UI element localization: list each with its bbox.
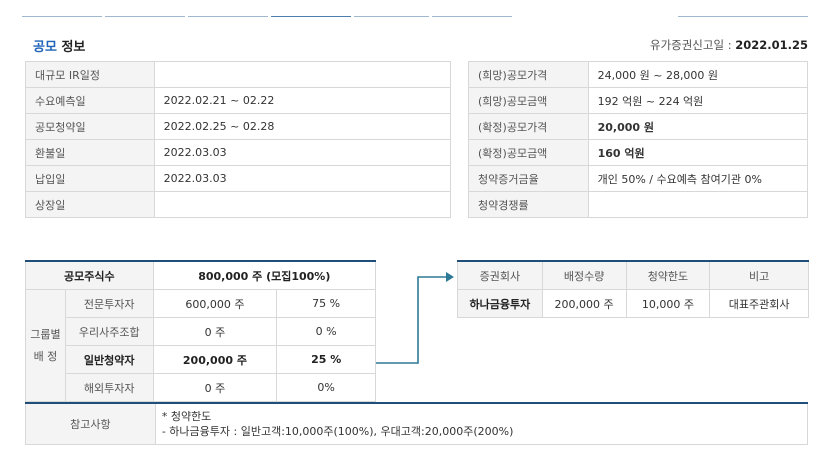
table-row: 증권회사 배정수량 청약한도 비고 [457, 260, 809, 290]
pricing-value: 192 억원 ~ 224 억원 [587, 87, 809, 114]
investor-type-label: 일반청약자 [64, 345, 154, 374]
notes-table: 참고사항 * 청약한도 - 하나금융투자 : 일반고객:10,000주(100%… [25, 402, 809, 445]
broker-name: 하나금융투자 [457, 289, 543, 318]
table-row: (확정)공모금액 160 억원 [468, 139, 809, 166]
broker-header-quantity: 배정수량 [541, 260, 627, 290]
table-row: (확정)공모가격 20,000 원 [468, 113, 809, 140]
shares-header-label: 공모주식수 [25, 260, 154, 290]
tab-strip-line [105, 16, 185, 17]
schedule-value [153, 61, 452, 88]
group-label-line1: 그룹별 [30, 327, 61, 341]
schedule-label: 수요예측일 [25, 87, 155, 114]
pricing-value: 개인 50% / 수요예측 참여기관 0% [587, 165, 809, 192]
broker-table: 증권회사 배정수량 청약한도 비고 하나금융투자 200,000 주 10,00… [457, 260, 809, 318]
table-row: 대규모 IR일정 [25, 61, 452, 88]
share-allocation-table: 공모주식수 800,000 주 (모집100%) 그룹별 배 정 전문투자자 6… [25, 260, 377, 402]
schedule-value: 2022.03.03 [153, 165, 452, 192]
schedule-table: 대규모 IR일정 수요예측일 2022.02.21 ~ 02.22 공모청약일 20… [25, 61, 452, 218]
schedule-value: 2022.02.21 ~ 02.22 [153, 87, 452, 114]
investor-percent: 25 % [276, 345, 376, 374]
broker-header-note: 비고 [709, 260, 809, 290]
group-label-line2: 배 정 [33, 349, 58, 363]
broker-quantity: 200,000 주 [541, 289, 627, 318]
pricing-value: 24,000 원 ~ 28,000 원 [587, 61, 809, 88]
schedule-label: 공모청약일 [25, 113, 155, 140]
tab-strip-line [188, 16, 268, 17]
broker-header-company: 증권회사 [457, 260, 543, 290]
tab-strip-line [354, 16, 429, 17]
investor-type-label: 전문투자자 [64, 289, 154, 318]
section-title-accent: 공모 [33, 40, 57, 55]
pricing-label: (희망)공모가격 [468, 61, 589, 88]
schedule-value: 2022.03.03 [153, 139, 452, 166]
table-row: 청약증거금율 개인 50% / 수요예측 참여기관 0% [468, 165, 809, 192]
investor-percent: 75 % [276, 289, 376, 318]
schedule-label: 상장일 [25, 191, 155, 218]
tab-strip-line [271, 16, 351, 17]
schedule-label: 납입일 [25, 165, 155, 192]
table-row: 청약경쟁률 [468, 191, 809, 218]
shares-header-value: 800,000 주 (모집100%) [152, 260, 377, 290]
schedule-label: 대규모 IR일정 [25, 61, 155, 88]
pricing-label: 청약경쟁률 [468, 191, 589, 218]
investor-percent: 0 % [276, 317, 376, 346]
table-row: (희망)공모가격 24,000 원 ~ 28,000 원 [468, 61, 809, 88]
table-row: 수요예측일 2022.02.21 ~ 02.22 [25, 87, 452, 114]
broker-note: 대표주관회사 [709, 289, 809, 318]
table-row: 납입일 2022.03.03 [25, 165, 452, 192]
table-row: 상장일 [25, 191, 452, 218]
filing-date: 유가증권신고일 : 2022.01.25 [650, 37, 808, 53]
table-row: 우리사주조합 0 주 0 % [26, 317, 376, 346]
investor-type-label: 해외투자자 [64, 373, 154, 402]
schedule-value: 2022.02.25 ~ 02.28 [153, 113, 452, 140]
pricing-label: 청약증거금율 [468, 165, 589, 192]
pricing-value: 160 억원 [587, 139, 809, 166]
broker-header-limit: 청약한도 [625, 260, 711, 290]
notes-label: 참고사항 [25, 402, 156, 445]
table-row: 공모주식수 800,000 주 (모집100%) [25, 260, 377, 290]
notes-line: - 하나금융투자 : 일반고객:10,000주(100%), 우대고객:20,0… [161, 425, 514, 438]
broker-limit: 10,000 주 [625, 289, 711, 318]
pricing-label: (희망)공모금액 [468, 87, 589, 114]
schedule-label: 환불일 [25, 139, 155, 166]
investor-type-label: 우리사주조합 [64, 317, 154, 346]
table-row: (희망)공모금액 192 억원 ~ 224 억원 [468, 87, 809, 114]
tab-strip-line [678, 16, 808, 17]
group-allocation-label: 그룹별 배 정 [25, 289, 66, 402]
investor-shares: 600,000 주 [152, 289, 278, 318]
filing-date-value: 2022.01.25 [735, 38, 808, 52]
schedule-value [153, 191, 452, 218]
notes-line: * 청약한도 [161, 410, 212, 423]
notes-content: * 청약한도 - 하나금융투자 : 일반고객:10,000주(100%), 우대… [154, 402, 809, 445]
pricing-table: (희망)공모가격 24,000 원 ~ 28,000 원 (희망)공모금액 192 … [468, 61, 809, 218]
table-row: 일반청약자 200,000 주 25 % [26, 345, 376, 374]
table-row: 참고사항 * 청약한도 - 하나금융투자 : 일반고객:10,000주(100%… [25, 402, 809, 445]
filing-date-label: 유가증권신고일 : [649, 38, 736, 52]
investor-shares: 0 주 [152, 317, 278, 346]
pricing-label: (확정)공모금액 [468, 139, 589, 166]
investor-shares: 0 주 [152, 373, 278, 402]
connector-arrow-icon [376, 272, 454, 364]
table-row: 해외투자자 0 주 0% [26, 373, 376, 402]
table-row: 공모청약일 2022.02.25 ~ 02.28 [25, 113, 452, 140]
table-row: 하나금융투자 200,000 주 10,000 주 대표주관회사 [457, 289, 809, 318]
investor-percent: 0% [276, 373, 376, 402]
tab-strip-line [22, 16, 102, 17]
tab-strip-line [432, 16, 512, 17]
pricing-label: (확정)공모가격 [468, 113, 589, 140]
table-row: 그룹별 배 정 전문투자자 600,000 주 75 % [25, 289, 376, 402]
section-title-rest: 정보 [56, 40, 86, 55]
table-row: 환불일 2022.03.03 [25, 139, 452, 166]
section-title: 공모 정보 [33, 36, 85, 55]
pricing-value: 20,000 원 [587, 113, 809, 140]
investor-shares: 200,000 주 [152, 345, 278, 374]
pricing-value [587, 191, 809, 218]
